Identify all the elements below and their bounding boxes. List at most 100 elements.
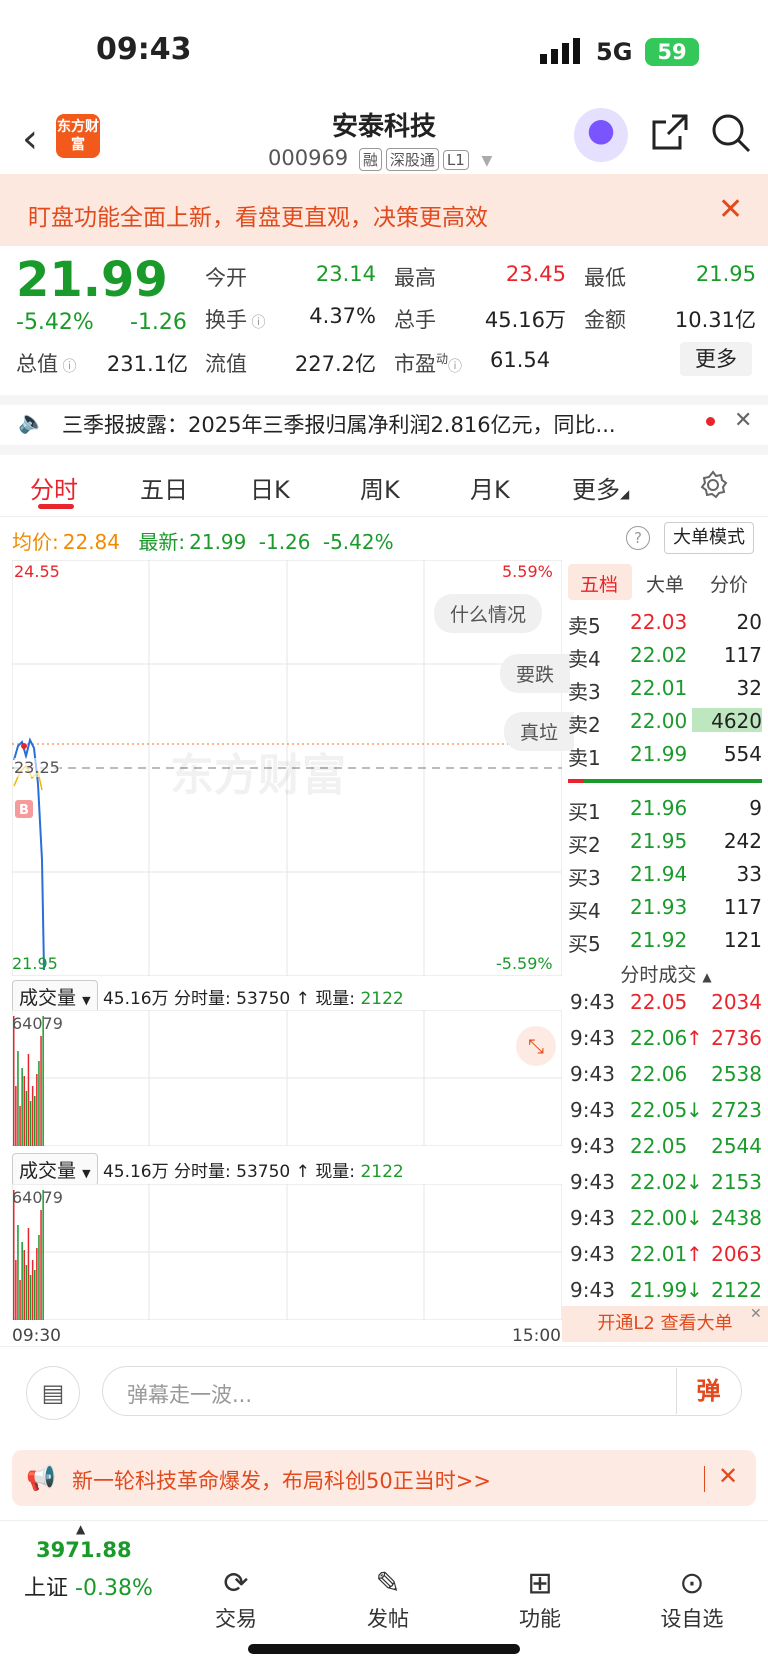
ask-row[interactable]: 卖1 21.99 554 <box>568 742 764 775</box>
volume-bar <box>42 1190 44 1320</box>
book-tab-price[interactable]: 分价 <box>710 570 748 597</box>
volume-bar <box>19 1280 21 1320</box>
amount-value: 10.31亿 <box>674 308 756 332</box>
open-value: 23.14 <box>315 262 376 286</box>
prompt-chip-1[interactable]: 什么情况 <box>434 594 543 633</box>
prompt-chip-2[interactable]: 要跌 <box>500 654 571 693</box>
high-label: 最高 <box>394 266 436 290</box>
volume-bar <box>21 1242 23 1320</box>
tick-row: 9:43 22.05 ↓ 2723 <box>570 1098 762 1122</box>
assistant-avatar[interactable] <box>574 108 628 162</box>
tag-connect: 深股通 <box>385 148 439 171</box>
volume-bar <box>27 1054 30 1146</box>
tab-daily-k[interactable]: 日K <box>250 470 290 505</box>
close-icon[interactable]: ✕ <box>718 192 743 227</box>
bid-row[interactable]: 买5 21.92 121 <box>568 928 764 961</box>
tab-more[interactable]: 更多◢ <box>572 470 629 505</box>
turnover-value: 4.37% <box>309 304 376 328</box>
volume-bar <box>15 1086 17 1146</box>
close-icon[interactable]: ✕ <box>750 1306 762 1322</box>
volume-bar <box>25 1265 28 1320</box>
info-icon[interactable]: ⓘ <box>448 359 462 375</box>
help-icon[interactable]: ? <box>626 526 650 550</box>
nav-trade[interactable]: ⟳ 交易 <box>186 1566 286 1633</box>
close-icon[interactable]: ✕ <box>718 1462 738 1490</box>
nav-post[interactable]: ✎ 发帖 <box>338 1566 438 1633</box>
close-icon[interactable]: ✕ <box>734 408 752 433</box>
nav-add-watchlist[interactable]: ⊙ 设自选 <box>642 1566 742 1633</box>
volume-header: 成交量 ▼ 45.16万 分时量: 53750 ↑ 现量: 2122 <box>12 980 404 1013</box>
mcap-value: 231.1亿 <box>106 352 188 376</box>
pe-label: 市盈动ⓘ <box>394 352 463 376</box>
volume-chart-2[interactable] <box>12 1184 562 1320</box>
divider <box>0 1346 768 1347</box>
volume-chart-1[interactable] <box>12 1010 562 1146</box>
high-value: 23.45 <box>505 262 566 286</box>
expand-icon[interactable]: ⤡ <box>516 1026 556 1066</box>
chevron-down-icon[interactable]: ▼ <box>481 153 492 169</box>
bid-row[interactable]: 买3 21.94 33 <box>568 862 764 895</box>
news-text[interactable]: 三季报披露：2025年三季报归属净利润2.816亿元，同比... <box>62 409 616 439</box>
divider <box>704 1466 705 1492</box>
tab-five-day[interactable]: 五日 <box>140 470 188 505</box>
price-info-line: 均价: 22.84 最新: 21.99 -1.26 -5.42% <box>12 530 394 554</box>
volume-bar <box>23 1250 25 1320</box>
watermark: 东方财富 <box>170 750 346 801</box>
grid-icon: ⊞ <box>527 1566 553 1601</box>
bid-ratio-bar <box>568 779 584 783</box>
indicator-select[interactable]: 成交量 ▼ <box>12 1153 98 1186</box>
tab-monthly-k[interactable]: 月K <box>470 470 510 505</box>
book-tab-big[interactable]: 大单 <box>646 570 684 597</box>
info-icon[interactable]: ⓘ <box>58 359 76 375</box>
tick-row: 9:43 22.05 2034 <box>570 990 762 1014</box>
book-tab-depth[interactable]: 五档 <box>580 570 618 597</box>
volume-label: 总手 <box>394 308 436 332</box>
notes-icon[interactable]: ▤ <box>26 1366 80 1420</box>
danmaku-input[interactable]: 弹幕走一波... <box>102 1366 742 1416</box>
ask-row[interactable]: 卖3 22.01 32 <box>568 676 764 709</box>
tick-row: 9:43 22.01 ↑ 2063 <box>570 1242 762 1266</box>
search-icon[interactable] <box>710 112 752 154</box>
volume-bar <box>19 1106 21 1146</box>
volume-bar <box>17 1051 19 1146</box>
tick-row: 9:43 22.06 ↑ 2736 <box>570 1026 762 1050</box>
edit-icon: ✎ <box>375 1566 401 1601</box>
banner-text: 盯盘功能全面上新，看盘更直观，决策更高效 <box>28 205 488 231</box>
indicator-select[interactable]: 成交量 ▼ <box>12 980 98 1013</box>
bid-row[interactable]: 买4 21.93 117 <box>568 895 764 928</box>
volume-max-label: 64079 <box>12 1014 63 1033</box>
gear-icon[interactable] <box>698 470 728 500</box>
promo-banner[interactable]: 新一轮科技革命爆发，布局科创50正当时>> <box>12 1450 756 1506</box>
volume-bar <box>29 1101 32 1146</box>
index-value[interactable]: 3971.88 <box>36 1538 132 1562</box>
l2-upgrade-link[interactable]: 开通L2 查看大单 <box>562 1306 768 1342</box>
ask-row[interactable]: 卖4 22.02 117 <box>568 643 764 676</box>
ticks-title[interactable]: 分时成交 ▲ <box>568 960 764 987</box>
bid-row[interactable]: 买2 21.95 242 <box>568 829 764 862</box>
share-icon[interactable] <box>650 112 690 152</box>
time-axis-end: 15:00 <box>512 1326 561 1346</box>
more-button[interactable]: 更多 <box>680 342 752 376</box>
stock-code: 000969 <box>268 146 349 170</box>
info-icon[interactable]: ⓘ <box>247 315 265 331</box>
index-quote[interactable]: 上证 -0.38% <box>24 1570 153 1602</box>
nav-functions[interactable]: ⊞ 功能 <box>490 1566 590 1633</box>
low-label: 最低 <box>584 266 626 290</box>
tick-row: 9:43 22.02 ↓ 2153 <box>570 1170 762 1194</box>
stock-code-row[interactable]: 000969 融深股通 L1 ▼ <box>268 146 492 171</box>
ask-row[interactable]: 卖5 22.03 20 <box>568 610 764 643</box>
prompt-chip-3[interactable]: 真垃 <box>504 712 575 751</box>
megaphone-icon: 📢 <box>26 1464 56 1492</box>
volume-bar <box>27 1228 30 1320</box>
tab-intraday[interactable]: 分时 <box>30 470 78 505</box>
promo-text: 新一轮科技革命爆发，布局科创50正当时>> <box>72 1469 491 1493</box>
unread-dot <box>706 417 715 426</box>
volume-bar <box>34 1270 36 1320</box>
big-order-mode-button[interactable]: 大单模式 <box>664 522 754 554</box>
buy-marker[interactable]: B <box>19 803 29 818</box>
feature-banner[interactable]: 盯盘功能全面上新，看盘更直观，决策更高效 <box>0 174 768 246</box>
tab-weekly-k[interactable]: 周K <box>360 470 400 505</box>
bid-row[interactable]: 买1 21.96 9 <box>568 796 764 829</box>
ask-row[interactable]: 卖2 22.00 4620 <box>568 709 764 742</box>
danmaku-send-button[interactable]: 弹 <box>676 1368 740 1414</box>
